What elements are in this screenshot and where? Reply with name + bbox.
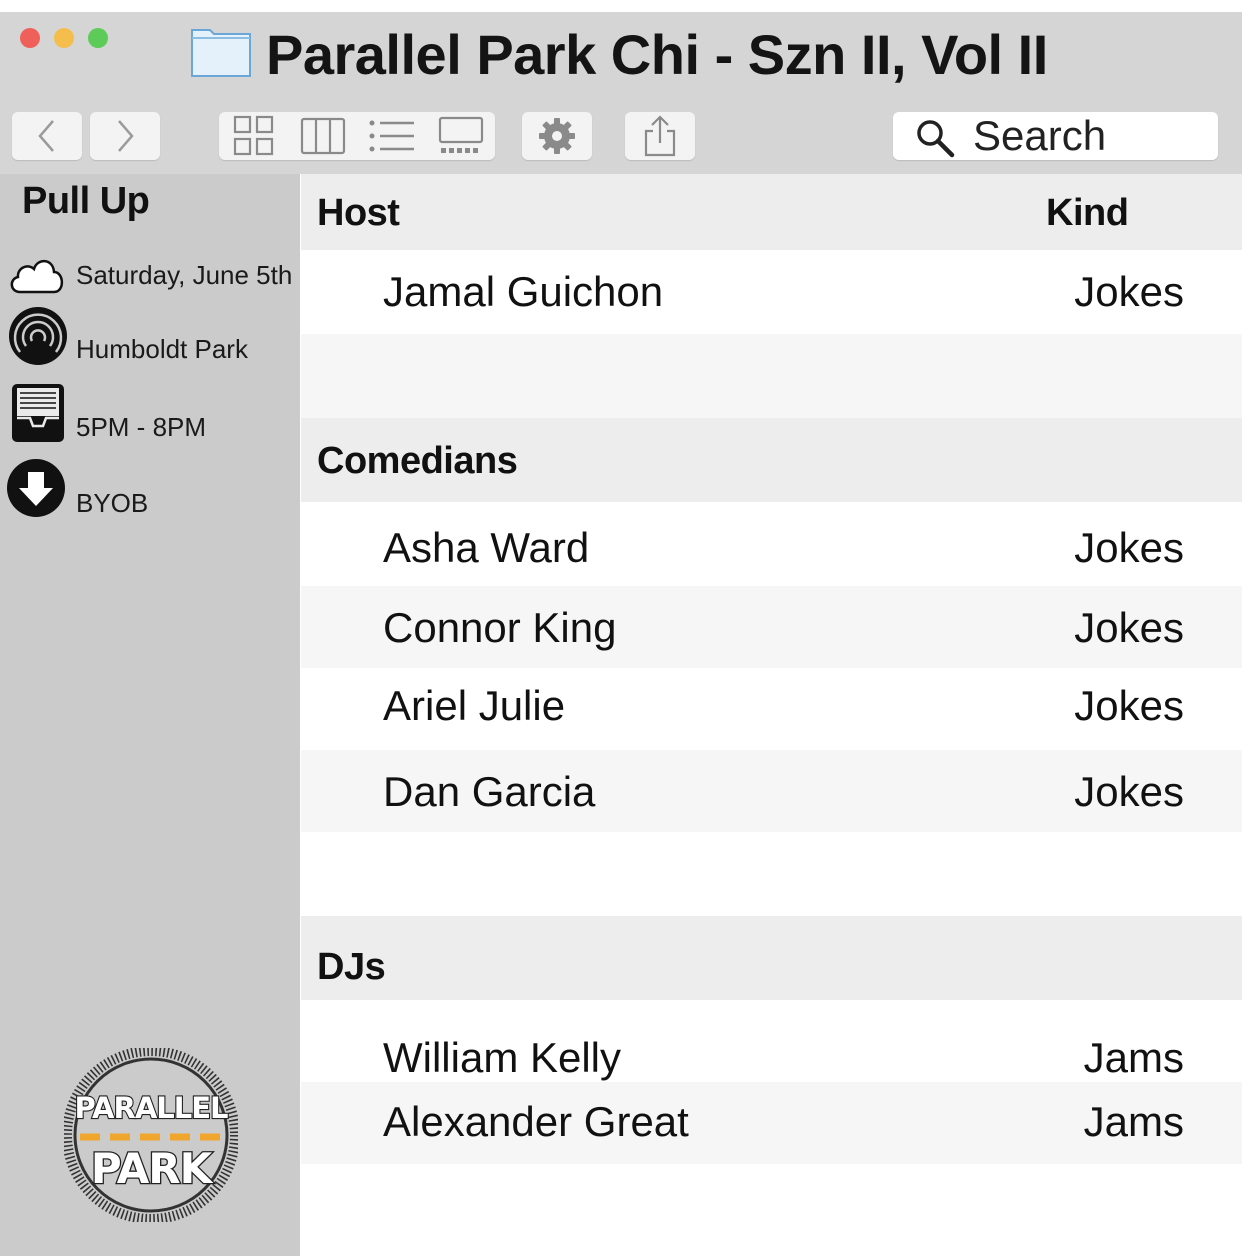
item-kind: Jams: [1083, 1034, 1184, 1081]
back-button[interactable]: [12, 112, 82, 160]
logo-text-line2: PARK: [91, 1144, 214, 1193]
chevron-left-icon: [38, 120, 54, 152]
search-icon: [917, 120, 955, 158]
item-kind: Jokes: [1074, 682, 1184, 729]
item-kind: Jokes: [1074, 604, 1184, 651]
finder-window: Parallel Park Chi - Szn II, Vol II Searc…: [0, 12, 1242, 1256]
sidebar-item-location[interactable]: Humboldt Park: [0, 306, 300, 372]
list-view-button[interactable]: [357, 112, 426, 160]
list-item[interactable]: Ariel Julie Jokes: [301, 668, 1242, 750]
list-view-icon: [369, 120, 414, 152]
list-item[interactable]: Alexander Great Jams: [301, 1082, 1242, 1164]
list-item[interactable]: Jamal Guichon Jokes: [301, 250, 1242, 334]
gallery-view-icon: [438, 116, 483, 153]
item-name: William Kelly: [383, 1034, 622, 1081]
sidebar-item-label: BYOB: [76, 488, 149, 518]
search-field[interactable]: [893, 112, 1218, 160]
icon-view-icon: [233, 115, 273, 156]
empty-row: [301, 832, 1242, 916]
column-view-icon: [300, 117, 345, 155]
item-kind: Jokes: [1074, 268, 1184, 315]
sidebar-item-date[interactable]: Saturday, June 5th: [0, 240, 300, 306]
view-mode-control: [219, 112, 495, 160]
gear-icon: [539, 118, 575, 154]
column-header-kind[interactable]: Kind: [1046, 192, 1129, 235]
icon-view-button[interactable]: [219, 112, 288, 160]
sidebar-item-byob[interactable]: BYOB: [0, 458, 300, 524]
search-input[interactable]: [973, 114, 1203, 158]
share-icon: [644, 115, 676, 157]
share-button[interactable]: [625, 112, 695, 160]
list-item[interactable]: Connor King Jokes: [301, 586, 1242, 668]
item-kind: Jokes: [1074, 524, 1184, 571]
list-item[interactable]: Dan Garcia Jokes: [301, 750, 1242, 832]
file-list: Host Kind Jamal Guichon Jokes Comedians …: [301, 174, 1242, 1256]
minimize-button[interactable]: [54, 28, 74, 48]
sidebar-item-label: 5PM - 8PM: [76, 412, 207, 442]
section-header-comedians: Comedians: [301, 418, 1242, 502]
gallery-view-button[interactable]: [426, 112, 495, 160]
item-name: Connor King: [383, 604, 617, 651]
sidebar-item-time[interactable]: 5PM - 8PM: [0, 382, 300, 448]
empty-row: [301, 334, 1242, 418]
item-name: Asha Ward: [383, 524, 590, 571]
section-title: Comedians: [317, 440, 518, 482]
section-header-djs: DJs: [301, 916, 1242, 1000]
section-title: DJs: [317, 946, 386, 988]
item-kind: Jams: [1083, 1098, 1184, 1145]
zoom-button[interactable]: [88, 28, 108, 48]
item-name: Ariel Julie: [383, 682, 566, 729]
column-view-button[interactable]: [288, 112, 357, 160]
empty-row: [301, 1164, 1242, 1256]
cloud-icon: [10, 259, 64, 294]
column-header-row: Host Kind: [301, 174, 1242, 250]
sidebar-item-label: Saturday, June 5th: [76, 260, 293, 290]
sidebar: Pull Up Saturday, June 5th Humboldt Park: [0, 174, 300, 1256]
item-kind: Jokes: [1074, 768, 1184, 815]
airdrop-icon: [9, 307, 67, 365]
title-bar: Parallel Park Chi - Szn II, Vol II: [0, 12, 1242, 174]
parallel-park-logo: PARALLEL PARK: [64, 1048, 238, 1222]
inbox-tray-icon: [12, 384, 64, 442]
item-name: Jamal Guichon: [383, 268, 664, 315]
forward-button[interactable]: [90, 112, 160, 160]
item-name: Dan Garcia: [383, 768, 596, 815]
chevron-right-icon: [118, 120, 134, 152]
sidebar-item-label: Humboldt Park: [76, 334, 248, 364]
download-arrow-icon: [7, 459, 65, 517]
column-header-host[interactable]: Host: [317, 192, 400, 235]
logo-text-line1: PARALLEL: [74, 1091, 228, 1125]
close-button[interactable]: [20, 28, 40, 48]
folder-icon: [191, 29, 251, 77]
window-title: Parallel Park Chi - Szn II, Vol II: [266, 23, 1048, 86]
list-item[interactable]: William Kelly Jams: [301, 1000, 1242, 1082]
action-menu-button[interactable]: [522, 112, 592, 160]
list-item[interactable]: Asha Ward Jokes: [301, 502, 1242, 586]
item-name: Alexander Great: [383, 1098, 689, 1145]
sidebar-heading: Pull Up: [22, 180, 150, 222]
